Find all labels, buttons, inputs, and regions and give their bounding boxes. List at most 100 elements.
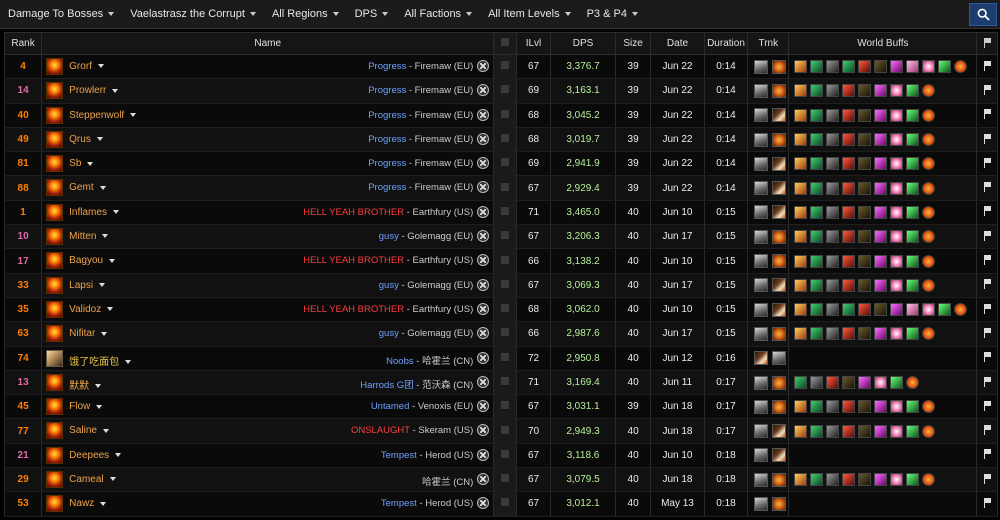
trinket-sapper-icon[interactable]	[754, 83, 769, 98]
player-name-link[interactable]: Deepees	[69, 450, 122, 461]
world-buff-pink-icon[interactable]	[906, 60, 920, 74]
external-link-icon[interactable]	[477, 400, 490, 413]
world-buff-dm2-icon[interactable]	[858, 108, 872, 122]
player-name-link[interactable]: Mitten	[69, 231, 109, 242]
chevron-down-icon[interactable]	[100, 501, 107, 506]
report-flag-icon[interactable]	[983, 206, 992, 217]
world-buff-dm2-icon[interactable]	[858, 205, 872, 219]
guild-link[interactable]: Noobs	[386, 356, 413, 367]
table-row[interactable]: 4 Grorf Progress - Firemaw (EU) 67 3,376.7 39…	[3, 53, 998, 80]
world-buff-star-icon[interactable]	[890, 327, 904, 341]
chevron-down-icon[interactable]	[112, 210, 119, 215]
world-buff-star-icon[interactable]	[890, 230, 904, 244]
table-row[interactable]: 29 Cameal 哈霍兰 (CN) 67 3,079.5 40 Jun 18 0:18	[3, 467, 998, 493]
world-buff-dmf-icon[interactable]	[826, 303, 840, 317]
world-buff-star-icon[interactable]	[874, 376, 888, 389]
world-buff-dm2-icon[interactable]	[842, 376, 856, 389]
filter-dropdown-6[interactable]: P3 & P4	[579, 0, 646, 29]
world-buff-green-icon[interactable]	[938, 303, 952, 317]
trinket-bag-icon[interactable]	[772, 326, 787, 341]
external-link-icon[interactable]	[477, 375, 490, 388]
player-name-link[interactable]: Qrus	[69, 134, 103, 145]
world-buff-zg-icon[interactable]	[810, 84, 824, 98]
report-flag-icon[interactable]	[983, 303, 992, 314]
player-name-link[interactable]: Sb	[69, 158, 94, 169]
world-buff-zg-icon[interactable]	[810, 278, 824, 292]
external-link-icon[interactable]	[477, 497, 490, 510]
world-buff-green-icon[interactable]	[938, 60, 952, 74]
world-buff-zg-icon[interactable]	[810, 157, 824, 171]
world-buff-dm2-icon[interactable]	[874, 303, 888, 317]
world-buff-dm1-icon[interactable]	[842, 327, 856, 341]
report-flag-icon[interactable]	[983, 255, 992, 266]
world-buff-zg-icon[interactable]	[794, 376, 808, 389]
world-buff-dmf-icon[interactable]	[826, 133, 840, 147]
player-name-link[interactable]: Cameal	[69, 474, 116, 485]
table-row[interactable]: 81 Sb Progress - Firemaw (EU) 69 2,941.9 39 Ju…	[3, 151, 998, 177]
guild-link[interactable]: HELL YEAH BROTHER	[303, 207, 404, 218]
guild-link[interactable]: Harrods G团	[360, 380, 413, 391]
col-duration[interactable]: Duration	[703, 32, 749, 55]
world-buff-zg-icon[interactable]	[810, 133, 824, 147]
world-buff-green-icon[interactable]	[906, 133, 920, 147]
world-buff-zg-icon[interactable]	[842, 303, 856, 317]
trinket-feather-icon[interactable]	[772, 108, 787, 123]
col-rank[interactable]: Rank	[3, 32, 43, 55]
world-buff-star-icon[interactable]	[890, 108, 904, 122]
trinket-bag-icon[interactable]	[772, 472, 787, 487]
world-buff-dm1-icon[interactable]	[842, 230, 856, 244]
world-buff-star-icon[interactable]	[890, 473, 904, 487]
player-name-link[interactable]: Bagyou	[69, 255, 116, 266]
world-buff-orange-icon[interactable]	[922, 181, 936, 195]
world-buff-dm1-icon[interactable]	[842, 254, 856, 268]
guild-link[interactable]: Progress	[368, 134, 406, 145]
world-buff-dm1-icon[interactable]	[842, 181, 856, 195]
world-buff-sp-icon[interactable]	[874, 254, 888, 268]
guild-link[interactable]: Progress	[368, 182, 406, 193]
world-buff-ony-icon[interactable]	[794, 424, 808, 438]
trinket-sapper-icon[interactable]	[754, 156, 769, 171]
report-flag-icon[interactable]	[983, 327, 992, 338]
world-buff-green-icon[interactable]	[906, 205, 920, 219]
report-flag-icon[interactable]	[983, 352, 992, 363]
external-link-icon[interactable]	[477, 230, 490, 243]
world-buff-star-icon[interactable]	[890, 181, 904, 195]
world-buff-dmf-icon[interactable]	[826, 60, 840, 74]
world-buff-star-icon[interactable]	[890, 400, 904, 414]
col-ilvl[interactable]: ILvl	[515, 32, 552, 55]
world-buff-dmf-icon[interactable]	[826, 278, 840, 292]
chevron-down-icon[interactable]	[96, 404, 103, 409]
chevron-down-icon[interactable]	[96, 137, 103, 142]
player-name-link[interactable]: Inflames	[69, 207, 119, 218]
player-name-link[interactable]: Steppenwolf	[69, 110, 137, 121]
report-flag-icon[interactable]	[983, 473, 992, 484]
world-buff-star-icon[interactable]	[890, 254, 904, 268]
filter-dropdown-2[interactable]: All Regions	[264, 0, 347, 29]
external-link-icon[interactable]	[477, 157, 490, 170]
world-buff-dm2-icon[interactable]	[874, 60, 888, 74]
trinket-bag-icon[interactable]	[772, 229, 787, 244]
report-flag-icon[interactable]	[983, 449, 992, 460]
world-buff-dmf-icon[interactable]	[826, 181, 840, 195]
trinket-bag-icon[interactable]	[772, 83, 787, 98]
world-buff-green-icon[interactable]	[906, 230, 920, 244]
world-buff-sp-icon[interactable]	[874, 230, 888, 244]
trinket-bag-icon[interactable]	[772, 254, 787, 269]
trinket-sapper-icon[interactable]	[754, 181, 769, 196]
world-buff-sp-icon[interactable]	[858, 376, 872, 389]
world-buff-star-icon[interactable]	[890, 157, 904, 171]
world-buff-sp-icon[interactable]	[890, 303, 904, 317]
world-buff-orange-icon[interactable]	[922, 157, 936, 171]
world-buff-zg-icon[interactable]	[810, 60, 824, 74]
guild-link[interactable]: Progress	[368, 110, 406, 121]
trinket-sapper-icon[interactable]	[754, 205, 769, 220]
world-buff-green-icon[interactable]	[906, 278, 920, 292]
world-buff-dmf-icon[interactable]	[826, 157, 840, 171]
report-flag-icon[interactable]	[983, 157, 992, 168]
world-buff-orange-icon[interactable]	[922, 254, 936, 268]
guild-link[interactable]: ONSLAUGHT	[351, 425, 410, 436]
report-flag-icon[interactable]	[983, 182, 992, 193]
world-buff-zg-icon[interactable]	[810, 424, 824, 438]
player-name-link[interactable]: Grorf	[69, 61, 104, 72]
world-buff-orange-icon[interactable]	[922, 205, 936, 219]
